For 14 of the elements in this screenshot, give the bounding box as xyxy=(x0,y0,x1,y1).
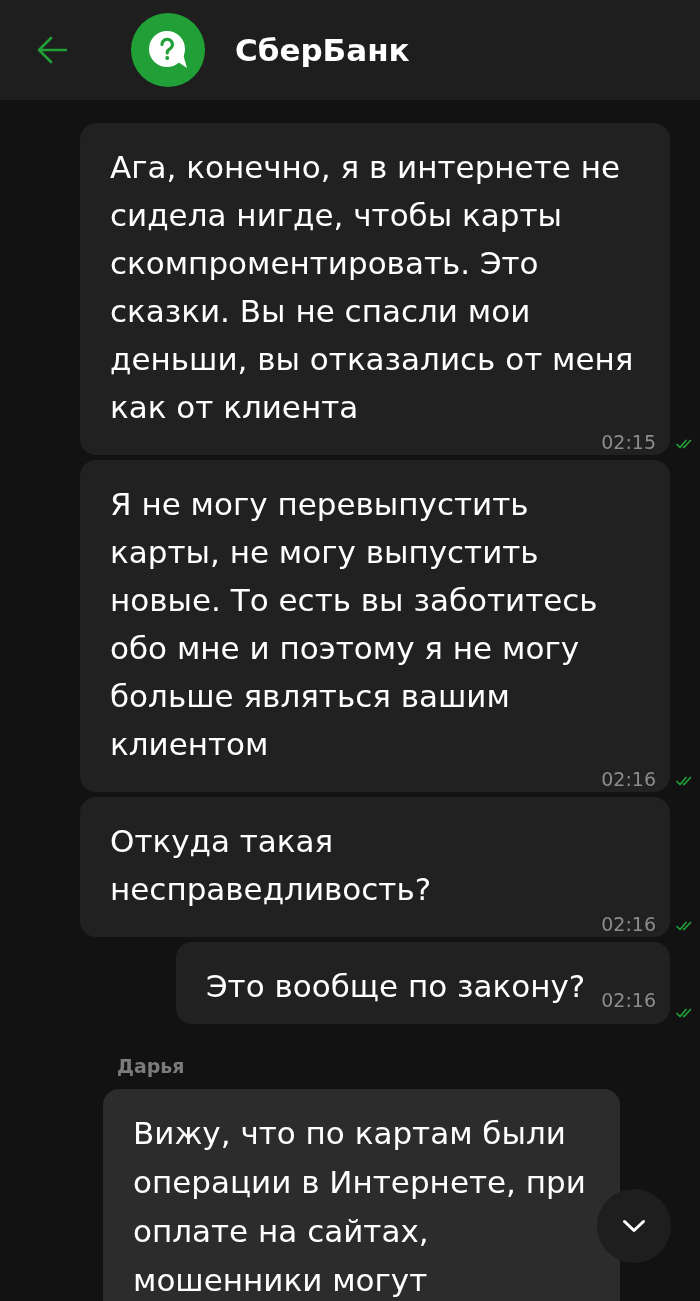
chevron-down-icon xyxy=(622,1219,646,1233)
message-time: 02:16 xyxy=(601,768,656,790)
message-time: 02:16 xyxy=(601,913,656,935)
chat-title: СберБанк xyxy=(235,31,410,70)
message-time: 02:15 xyxy=(601,431,656,453)
back-arrow-icon xyxy=(37,36,67,64)
sender-name: Дарья xyxy=(117,1054,185,1078)
message-text: Вижу, что по картам были операции в Интернете, при оплате на сайтах, мошенники могут xyxy=(133,1114,587,1300)
message-text: Ага, конечно, я в интернете не сидела нигде, чтобы карты скомпроментировать. Это сказки. Вы не спасли мои деньши, вы отказались от меня как от клиента xyxy=(110,148,634,427)
message-text: Это вообще по закону? xyxy=(205,967,586,1006)
message-text: Я не могу перевыпустить карты, не могу выпустить новые. То есть вы заботитесь обо мне и поэтому я не могу больше являться вашим клиентом xyxy=(110,485,598,764)
chat-bubble-question-icon xyxy=(131,13,205,87)
message-text: Откуда такая несправедливость? xyxy=(110,822,432,909)
message-time: 02:16 xyxy=(601,989,656,1011)
